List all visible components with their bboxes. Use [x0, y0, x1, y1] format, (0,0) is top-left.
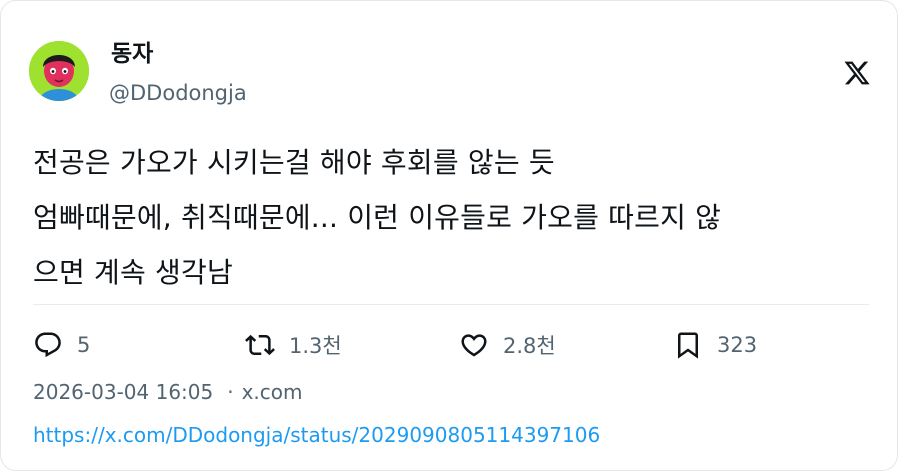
retweet-button[interactable]: 1.3천	[245, 329, 342, 361]
reply-icon	[35, 332, 61, 358]
tweet-url-link[interactable]: https://x.com/DDodongja/status/202909080…	[33, 421, 600, 449]
retweet-count: 1.3천	[289, 334, 342, 358]
meta-separator: ·	[227, 380, 234, 404]
retweet-icon	[245, 334, 275, 356]
tweet-text-line: 으면 계속 생각남	[33, 256, 233, 289]
avatar-icon	[29, 41, 89, 101]
user-handle[interactable]: @DDodongja	[109, 79, 247, 107]
tweet-text: 전공은 가오가 시키는걸 해야 후회를 않는 듯 엄빠때문에, 취직때문에...…	[33, 135, 873, 300]
tweet-text-line: 전공은 가오가 시키는걸 해야 후회를 않는 듯	[33, 146, 555, 179]
tweet-card: 동자 @DDodongja 전공은 가오가 시키는걸 해야 후회를 않는 듯 엄…	[0, 0, 898, 471]
reply-count: 5	[77, 333, 91, 357]
timestamp[interactable]: 2026-03-04 16:05	[33, 380, 213, 404]
bookmark-count: 323	[717, 333, 758, 357]
divider	[33, 304, 869, 305]
bookmark-button[interactable]: 323	[673, 329, 757, 361]
tweet-meta: 2026-03-04 16:05 · x.com	[33, 378, 303, 406]
source-label: x.com	[241, 380, 303, 404]
avatar[interactable]	[29, 41, 89, 101]
x-logo-icon[interactable]	[843, 59, 871, 87]
reply-button[interactable]: 5	[33, 329, 90, 361]
like-button[interactable]: 2.8천	[459, 329, 556, 361]
display-name[interactable]: 동자	[111, 39, 153, 69]
bookmark-icon	[678, 332, 698, 359]
heart-icon	[461, 334, 487, 357]
tweet-text-line: 엄빠때문에, 취직때문에... 이런 이유들로 가오를 따르지 않	[33, 201, 722, 234]
like-count: 2.8천	[503, 334, 556, 358]
